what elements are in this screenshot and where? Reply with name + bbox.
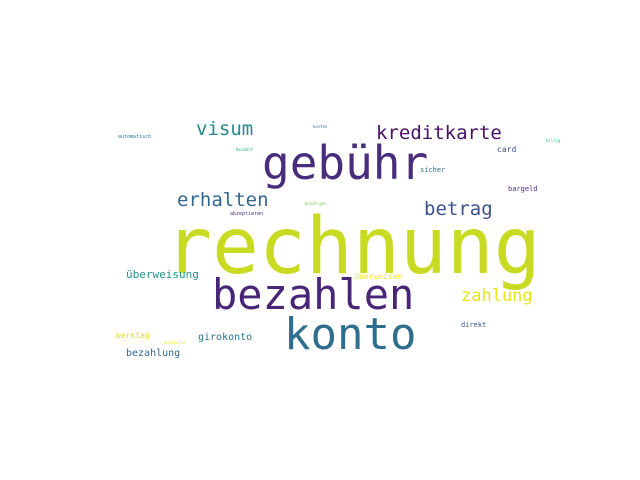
word-bargeld: bargeld (508, 185, 538, 193)
word-kosten: kosten (313, 124, 328, 129)
word-konto: konto (284, 309, 417, 360)
word-kreditkarte: kreditkarte (376, 122, 502, 144)
word-direkt: direkt (461, 321, 487, 329)
word-billig: billig (546, 138, 561, 143)
word-card: card (497, 145, 517, 154)
word-kontrolle: kontrolle (164, 340, 186, 345)
word-gebuhr: gebühr (262, 136, 429, 190)
word-visum: visum (196, 118, 254, 140)
word-uberweisung: überweisung (126, 268, 199, 281)
word-betrag: betrag (424, 198, 493, 220)
word-bezahlt: bezahlt (236, 147, 253, 152)
word-erhalten: erhalten (177, 189, 269, 211)
word-akzeptieren: akzeptieren (230, 211, 264, 217)
word-werktag: werktag (116, 331, 150, 340)
word-bezahlung: bezahlung (126, 348, 181, 359)
word-benotigen: benötigen (305, 201, 327, 206)
word-sicher: sicher (420, 166, 446, 174)
word-girokonto: girokonto (198, 332, 253, 343)
word-uberweisen: überweisen (354, 272, 403, 281)
word-cloud: rechnung gebühr bezahlen konto kreditkar… (0, 0, 640, 480)
word-automatisch: automatisch (118, 134, 152, 140)
word-zahlung: zahlung (461, 286, 533, 306)
